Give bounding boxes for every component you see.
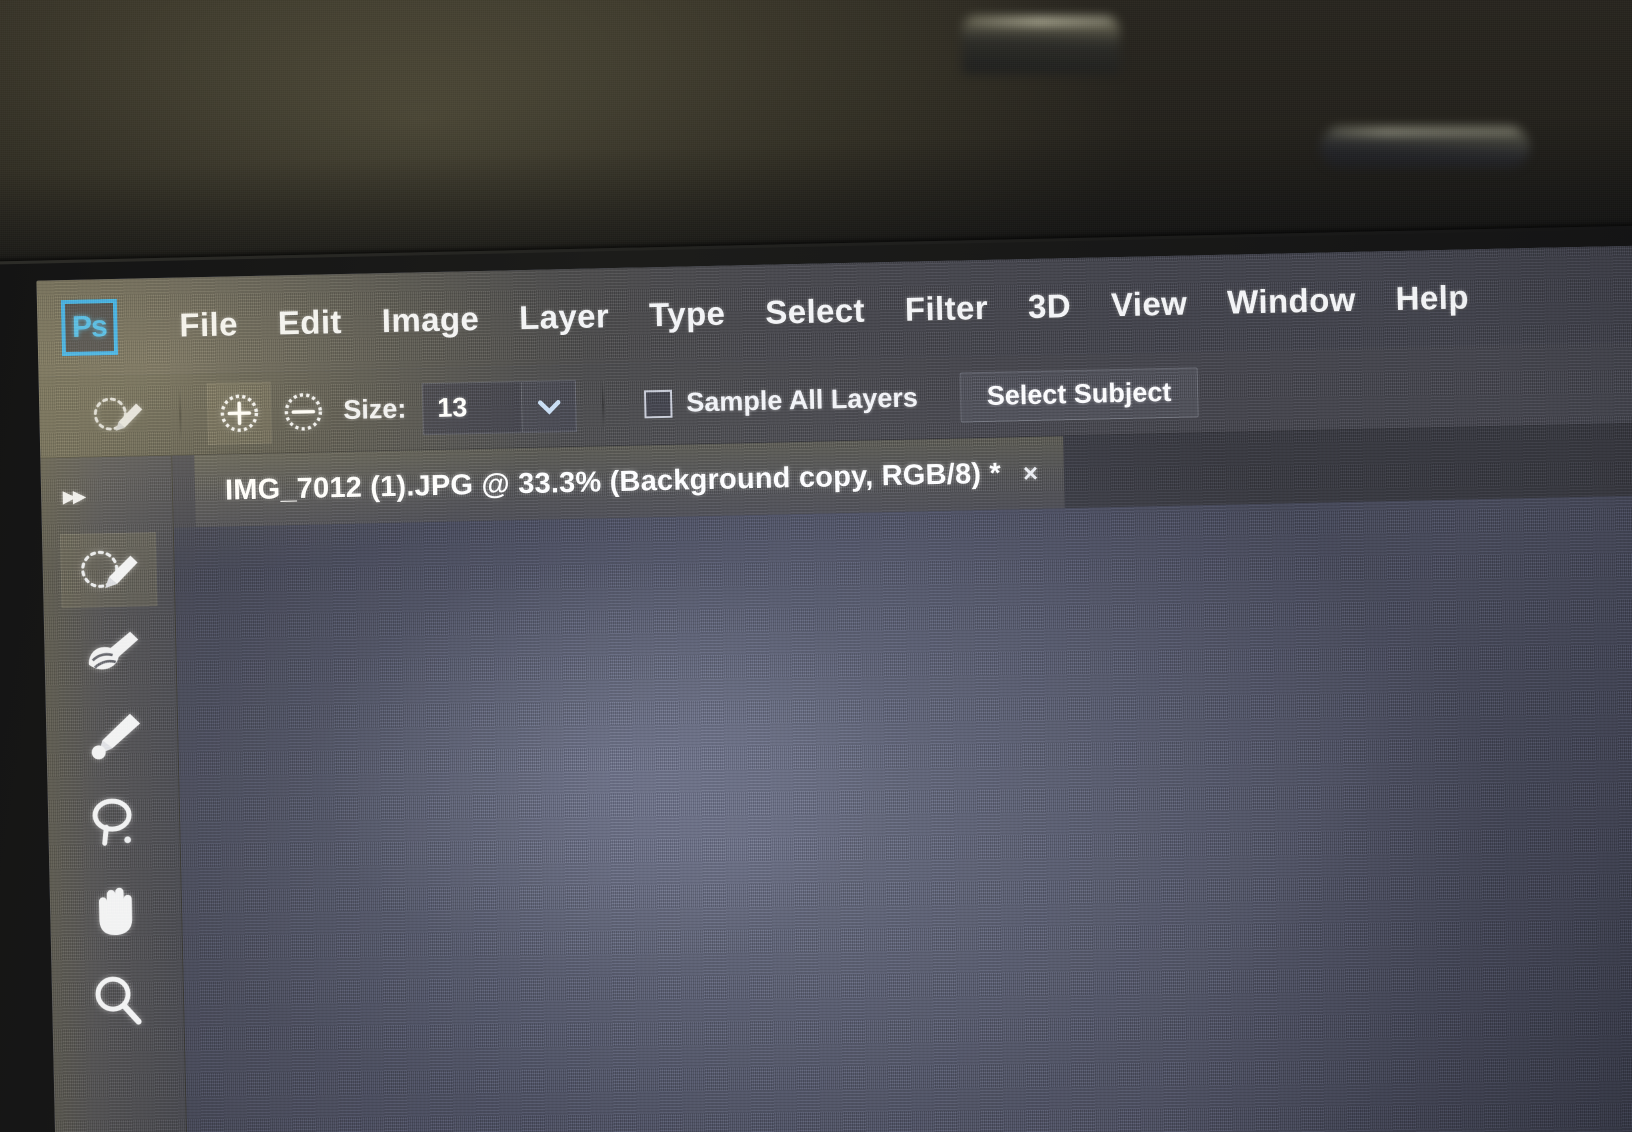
menu-item-select[interactable]: Select	[745, 291, 885, 332]
menu-item-3d[interactable]: 3D	[1008, 287, 1092, 327]
tool-hand[interactable]	[67, 872, 165, 948]
size-label: Size:	[342, 393, 407, 425]
tool-smudge[interactable]	[62, 614, 160, 690]
background-object-rubber-bar	[962, 16, 1120, 74]
screenshot-root: Ps File Edit Image Layer Type Select Fil…	[0, 0, 1632, 1132]
subtract-from-selection-button[interactable]	[271, 380, 336, 443]
menu-items: File Edit Image Layer Type Select Filter…	[159, 278, 1489, 345]
double-chevron-right-icon[interactable]: ▸▸	[63, 482, 84, 511]
menu-item-edit[interactable]: Edit	[257, 303, 362, 343]
chevron-down-icon[interactable]	[521, 379, 577, 433]
tool-quick-selection[interactable]	[59, 532, 158, 609]
monitor: Ps File Edit Image Layer Type Select Fil…	[0, 224, 1632, 1132]
menu-item-view[interactable]: View	[1091, 284, 1208, 325]
image-canvas[interactable]	[173, 495, 1632, 1132]
menu-item-help[interactable]: Help	[1375, 278, 1489, 318]
select-subject-button[interactable]: Select Subject	[959, 366, 1199, 423]
menu-item-image[interactable]: Image	[361, 300, 499, 341]
menu-item-layer[interactable]: Layer	[499, 297, 630, 338]
add-to-selection-button[interactable]	[206, 381, 273, 445]
canvas-sheen-overlay	[173, 495, 1632, 1132]
photoshop-window: Ps File Edit Image Layer Type Select Fil…	[36, 245, 1632, 1132]
sample-all-layers-label: Sample All Layers	[685, 382, 919, 418]
options-separator-2	[601, 378, 605, 431]
quick-selection-tool-icon[interactable]	[81, 387, 154, 445]
tool-brush[interactable]	[64, 698, 162, 774]
menu-item-file[interactable]: File	[159, 305, 258, 345]
options-separator-1	[178, 388, 182, 441]
tool-dodge[interactable]	[65, 784, 163, 860]
document-tab-title: IMG_7012 (1).JPG @ 33.3% (Background cop…	[224, 457, 1002, 507]
tool-zoom[interactable]	[69, 962, 167, 1038]
sample-all-layers-checkbox[interactable]	[643, 389, 673, 418]
close-icon[interactable]: ×	[1023, 457, 1039, 488]
menu-item-window[interactable]: Window	[1207, 280, 1376, 322]
menu-item-filter[interactable]: Filter	[885, 288, 1009, 329]
tools-panel: ▸▸	[40, 455, 189, 1132]
monitor-screen: Ps File Edit Image Layer Type Select Fil…	[36, 245, 1632, 1132]
background-object-rounded-bar	[1320, 126, 1530, 168]
selection-mode-group	[206, 380, 336, 445]
menu-item-type[interactable]: Type	[629, 294, 746, 335]
sample-all-layers-checkbox-group[interactable]: Sample All Layers	[643, 382, 919, 419]
size-input[interactable]: 13	[421, 380, 523, 435]
photoshop-logo-icon[interactable]: Ps	[60, 298, 119, 357]
